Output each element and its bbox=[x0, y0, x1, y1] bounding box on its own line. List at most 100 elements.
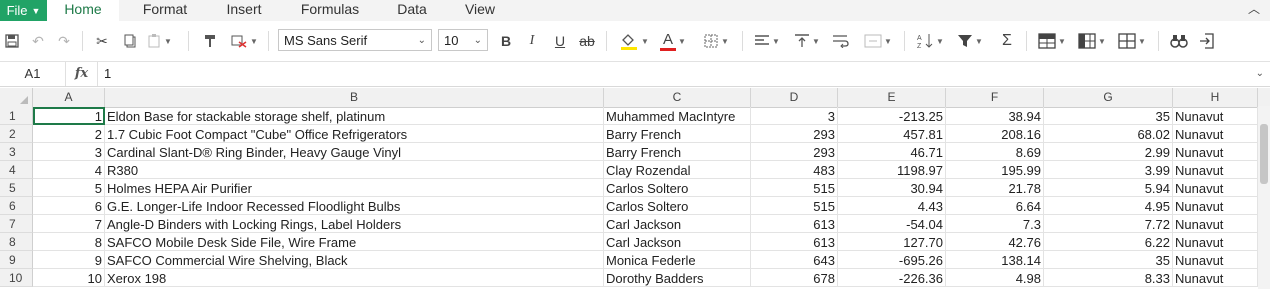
formula-input[interactable]: 1 bbox=[104, 62, 111, 86]
tab-insert[interactable]: Insert bbox=[212, 0, 276, 21]
wrap-text-icon[interactable] bbox=[830, 29, 852, 53]
cell-c[interactable]: Carl Jackson bbox=[604, 215, 751, 233]
cell-a[interactable]: 5 bbox=[33, 179, 105, 197]
cell-b[interactable]: Cardinal Slant-D® Ring Binder, Heavy Gau… bbox=[105, 143, 604, 161]
merge-cells-button[interactable]: ▼ bbox=[860, 29, 896, 53]
cell-e[interactable]: 46.71 bbox=[838, 143, 946, 161]
column-header-b[interactable]: B bbox=[105, 88, 604, 107]
row-header[interactable]: 7 bbox=[0, 215, 33, 233]
row-header[interactable]: 6 bbox=[0, 197, 33, 215]
cell-d[interactable]: 613 bbox=[751, 215, 838, 233]
cell-h[interactable]: Nunavut bbox=[1173, 179, 1258, 197]
table-format-button[interactable]: ▼ bbox=[1116, 29, 1148, 53]
cell-h[interactable]: Nunavut bbox=[1173, 197, 1258, 215]
cell-a[interactable]: 3 bbox=[33, 143, 105, 161]
cell-f[interactable]: 21.78 bbox=[946, 179, 1044, 197]
cell-f[interactable]: 42.76 bbox=[946, 233, 1044, 251]
sort-button[interactable]: A Z ▼ bbox=[914, 29, 946, 53]
cell-g[interactable]: 8.33 bbox=[1044, 269, 1173, 287]
redo-icon[interactable]: ↷ bbox=[54, 29, 74, 53]
cell-b[interactable]: G.E. Longer-Life Indoor Recessed Floodli… bbox=[105, 197, 604, 215]
name-box[interactable]: A1 bbox=[0, 62, 66, 86]
cell-c[interactable]: Monica Federle bbox=[604, 251, 751, 269]
row-header[interactable]: 3 bbox=[0, 143, 33, 161]
cell-a[interactable]: 6 bbox=[33, 197, 105, 215]
paste-icon[interactable]: ▼ bbox=[146, 29, 172, 53]
font-family-select[interactable]: MS Sans Serif ⌄ bbox=[278, 29, 432, 51]
insert-column-button[interactable]: ▼ bbox=[1076, 29, 1108, 53]
cell-e[interactable]: 457.81 bbox=[838, 125, 946, 143]
cell-a[interactable]: 4 bbox=[33, 161, 105, 179]
cell-e[interactable]: -213.25 bbox=[838, 107, 946, 125]
cell-h[interactable]: Nunavut bbox=[1173, 233, 1258, 251]
function-icon[interactable]: fx bbox=[66, 62, 98, 86]
cell-d[interactable]: 678 bbox=[751, 269, 838, 287]
cell-e[interactable]: -54.04 bbox=[838, 215, 946, 233]
strikethrough-button[interactable]: ab bbox=[576, 29, 598, 53]
cell-d[interactable]: 643 bbox=[751, 251, 838, 269]
cell-c[interactable]: Carlos Soltero bbox=[604, 179, 751, 197]
tab-format[interactable]: Format bbox=[130, 0, 200, 21]
undo-icon[interactable]: ↶ bbox=[28, 29, 48, 53]
cell-a[interactable]: 1 bbox=[33, 107, 105, 125]
cell-b[interactable]: SAFCO Mobile Desk Side File, Wire Frame bbox=[105, 233, 604, 251]
cell-g[interactable]: 35 bbox=[1044, 251, 1173, 269]
cell-h[interactable]: Nunavut bbox=[1173, 215, 1258, 233]
insert-row-button[interactable]: ▼ bbox=[1036, 29, 1068, 53]
cell-e[interactable]: 30.94 bbox=[838, 179, 946, 197]
tab-formulas[interactable]: Formulas bbox=[290, 0, 370, 21]
fill-color-button[interactable]: ▼ bbox=[616, 29, 652, 53]
underline-button[interactable]: U bbox=[550, 29, 570, 53]
cell-b[interactable]: Angle-D Binders with Locking Rings, Labe… bbox=[105, 215, 604, 233]
cell-f[interactable]: 7.3 bbox=[946, 215, 1044, 233]
cell-c[interactable]: Clay Rozendal bbox=[604, 161, 751, 179]
autosum-button[interactable]: Σ bbox=[996, 29, 1018, 53]
column-header-c[interactable]: C bbox=[604, 88, 751, 107]
cell-d[interactable]: 293 bbox=[751, 143, 838, 161]
cell-h[interactable]: Nunavut bbox=[1173, 269, 1258, 287]
cell-b[interactable]: Holmes HEPA Air Purifier bbox=[105, 179, 604, 197]
save-icon[interactable] bbox=[2, 29, 22, 53]
cell-f[interactable]: 138.14 bbox=[946, 251, 1044, 269]
clear-format-icon[interactable]: ▼ bbox=[228, 29, 260, 53]
cell-d[interactable]: 515 bbox=[751, 197, 838, 215]
cell-g[interactable]: 2.99 bbox=[1044, 143, 1173, 161]
row-header[interactable]: 9 bbox=[0, 251, 33, 269]
cell-g[interactable]: 35 bbox=[1044, 107, 1173, 125]
tab-data[interactable]: Data bbox=[386, 0, 438, 21]
chevron-down-icon[interactable]: ⌄ bbox=[1256, 62, 1264, 86]
align-left-button[interactable]: ▼ bbox=[752, 29, 782, 53]
cell-e[interactable]: 127.70 bbox=[838, 233, 946, 251]
collapse-ribbon-icon[interactable]: ︿ bbox=[1248, 0, 1260, 17]
column-header-e[interactable]: E bbox=[838, 88, 946, 107]
cell-c[interactable]: Dorothy Badders bbox=[604, 269, 751, 287]
cell-b[interactable]: Xerox 198 bbox=[105, 269, 604, 287]
cell-c[interactable]: Barry French bbox=[604, 143, 751, 161]
font-color-button[interactable]: A ▼ bbox=[656, 29, 690, 53]
cut-icon[interactable]: ✂ bbox=[92, 29, 112, 53]
cell-e[interactable]: -226.36 bbox=[838, 269, 946, 287]
cell-a[interactable]: 9 bbox=[33, 251, 105, 269]
cell-h[interactable]: Nunavut bbox=[1173, 125, 1258, 143]
filter-button[interactable]: ▼ bbox=[954, 29, 986, 53]
cell-e[interactable]: 4.43 bbox=[838, 197, 946, 215]
cell-d[interactable]: 293 bbox=[751, 125, 838, 143]
select-all-corner[interactable] bbox=[0, 88, 33, 107]
tab-home[interactable]: Home bbox=[47, 0, 119, 21]
cell-g[interactable]: 5.94 bbox=[1044, 179, 1173, 197]
column-header-d[interactable]: D bbox=[751, 88, 838, 107]
find-binoculars-icon[interactable] bbox=[1168, 29, 1190, 53]
cell-e[interactable]: 1198.97 bbox=[838, 161, 946, 179]
import-icon[interactable] bbox=[1196, 29, 1218, 53]
cell-b[interactable]: SAFCO Commercial Wire Shelving, Black bbox=[105, 251, 604, 269]
cell-g[interactable]: 68.02 bbox=[1044, 125, 1173, 143]
column-header-g[interactable]: G bbox=[1044, 88, 1173, 107]
bold-button[interactable]: B bbox=[496, 29, 516, 53]
format-painter-icon[interactable] bbox=[200, 29, 220, 53]
row-header[interactable]: 1 bbox=[0, 107, 33, 125]
cell-h[interactable]: Nunavut bbox=[1173, 161, 1258, 179]
cell-f[interactable]: 4.98 bbox=[946, 269, 1044, 287]
row-header[interactable]: 4 bbox=[0, 161, 33, 179]
column-header-h[interactable]: H bbox=[1173, 88, 1258, 107]
cell-h[interactable]: Nunavut bbox=[1173, 143, 1258, 161]
